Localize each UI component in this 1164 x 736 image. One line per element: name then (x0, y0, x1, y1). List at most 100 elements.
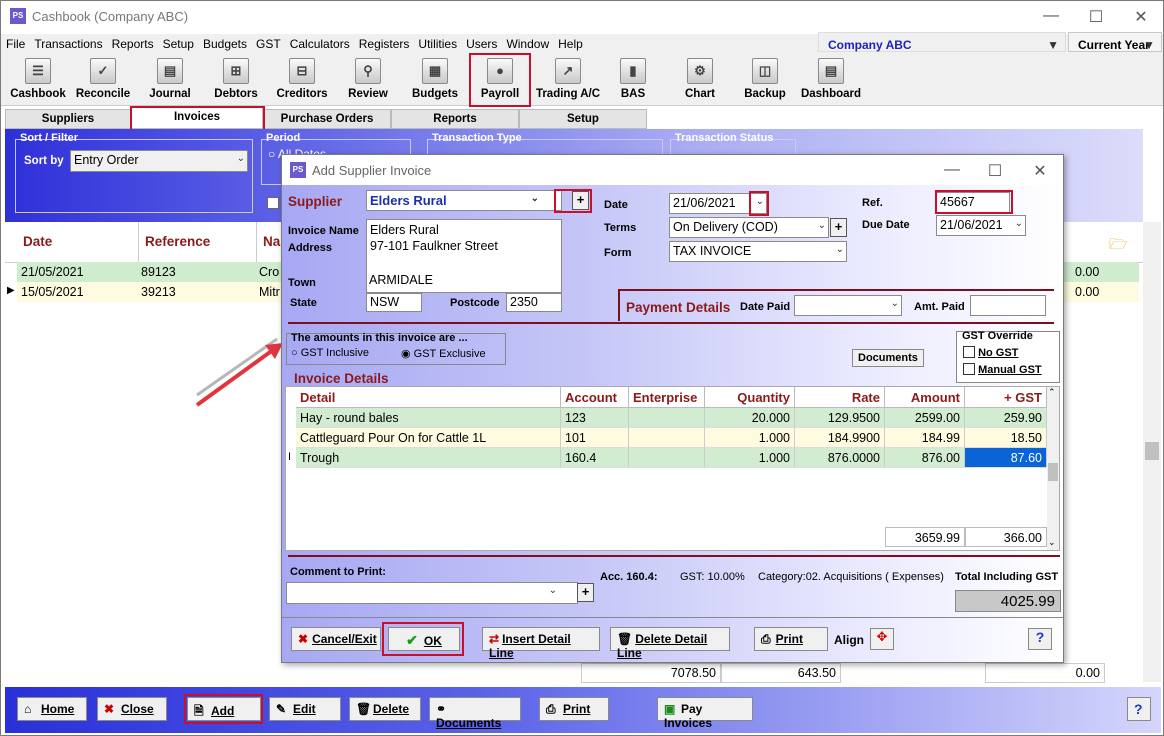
line-rate[interactable]: 876.0000 (795, 448, 885, 468)
line-enterprise[interactable] (629, 428, 705, 448)
scrollbar-thumb[interactable] (1048, 463, 1058, 481)
state-field[interactable]: NSW (366, 293, 422, 312)
line-enterprise[interactable] (629, 408, 705, 428)
close-icon[interactable]: ✕ (1131, 7, 1151, 27)
print-button[interactable]: ⎙ Print (539, 697, 609, 721)
manual-gst-checkbox[interactable]: Manual GST (963, 363, 1042, 376)
documents-button[interactable]: ⚭Documents (429, 697, 521, 730)
sort-by-select[interactable]: Entry Order ⌄ (70, 150, 248, 172)
minimize-icon[interactable]: — (1041, 7, 1061, 25)
line-account[interactable]: 123 (561, 408, 629, 428)
menu-calculators[interactable]: Calculators (285, 34, 354, 51)
creditors-button[interactable]: ⊟ Creditors (271, 56, 333, 104)
comment-select[interactable]: ⌄ (286, 582, 578, 604)
menu-utilities[interactable]: Utilities (413, 34, 461, 51)
bas-button[interactable]: ▮ BAS (611, 56, 655, 104)
col-account[interactable]: Account (561, 387, 629, 408)
col-detail[interactable]: Detail (296, 387, 561, 408)
delete-button[interactable]: 🗑 Delete (349, 697, 421, 721)
gst-exclusive-radio[interactable]: ◉ GST Exclusive (401, 347, 486, 360)
line-quantity[interactable]: 20.000 (705, 408, 795, 428)
minimize-icon[interactable]: — (942, 161, 962, 179)
insert-detail-line-button[interactable]: ⇄ Insert Detail Line (482, 627, 600, 660)
backup-button[interactable]: ◫ Backup (741, 56, 789, 104)
align-icon[interactable]: ✥ (870, 628, 894, 650)
help-button[interactable]: ? (1127, 697, 1151, 721)
col-enterprise[interactable]: Enterprise (629, 387, 705, 408)
journal-button[interactable]: ▤ Journal (141, 56, 199, 104)
town-value[interactable]: ARMIDALE (369, 273, 433, 287)
tab-reports[interactable]: Reports (391, 109, 519, 129)
line-quantity[interactable]: 1.000 (705, 428, 795, 448)
menu-setup[interactable]: Setup (158, 34, 198, 51)
menu-file[interactable]: File (1, 34, 29, 51)
dialog-print-button[interactable]: ⎙ Print (754, 627, 828, 651)
no-gst-checkbox[interactable]: No GST (963, 346, 1018, 359)
col-amount[interactable]: Amount (885, 387, 965, 408)
chart-button[interactable]: ⚙ Chart (677, 56, 723, 104)
cancel-exit-button[interactable]: ✖ Cancel/Exit (291, 627, 381, 651)
menu-reports[interactable]: Reports (107, 34, 158, 51)
col-gst[interactable]: + GST (965, 387, 1047, 408)
delete-detail-line-button[interactable]: 🗑 Delete Detail Line (610, 627, 730, 660)
documents-dialog-button[interactable]: Documents (852, 349, 924, 367)
tab-suppliers[interactable]: Suppliers (5, 109, 131, 129)
menu-window[interactable]: Window (501, 34, 553, 51)
budgets-button[interactable]: ▦ Budgets (405, 56, 465, 104)
line-rate[interactable]: 184.9900 (795, 428, 885, 448)
line-quantity[interactable]: 1.000 (705, 448, 795, 468)
line-gst[interactable]: 259.90 (965, 408, 1047, 428)
date-paid-field[interactable]: ⌄ (794, 295, 902, 316)
add-comment-icon[interactable]: + (577, 583, 594, 602)
menu-users[interactable]: Users (461, 34, 501, 51)
amt-paid-field[interactable] (970, 295, 1046, 316)
menu-gst[interactable]: GST (251, 34, 285, 51)
maximize-icon[interactable]: ☐ (1086, 7, 1106, 27)
line-detail[interactable]: Hay - round bales (296, 408, 561, 428)
form-select[interactable]: TAX INVOICE ⌄ (669, 241, 847, 262)
review-button[interactable]: ⚲ Review (341, 56, 395, 104)
tab-purchase-orders[interactable]: Purchase Orders (263, 109, 391, 129)
menu-transactions[interactable]: Transactions (29, 34, 106, 51)
col-date[interactable]: Date (17, 222, 139, 262)
line-account[interactable]: 160.4 (561, 448, 629, 468)
dashboard-button[interactable]: ▤ Dashboard (799, 56, 863, 104)
line-gst[interactable]: 18.50 (965, 428, 1047, 448)
grid-scrollbar[interactable] (1143, 222, 1161, 682)
menu-registers[interactable]: Registers (354, 34, 414, 51)
folder-icon[interactable]: 🗁 (1109, 234, 1128, 259)
reconcile-button[interactable]: ✓ Reconcile (73, 56, 133, 104)
supplier-select[interactable]: Elders Rural ⌄ (366, 190, 562, 211)
menu-budgets[interactable]: Budgets (198, 34, 251, 51)
menu-help[interactable]: Help (553, 34, 587, 51)
line-amount[interactable]: 2599.00 (885, 408, 965, 428)
pay-invoices-button[interactable]: ▣ Pay Invoices (657, 697, 753, 730)
close-button[interactable]: ✖ Close (97, 697, 167, 721)
close-icon[interactable]: ✕ (1030, 161, 1050, 181)
debtors-button[interactable]: ⊞ Debtors (207, 56, 265, 104)
cashbook-button[interactable]: ☰ Cashbook (7, 56, 69, 104)
edit-button[interactable]: ✎ Edit (269, 697, 341, 721)
line-detail[interactable]: Trough (296, 448, 561, 468)
due-date-field[interactable]: 21/06/2021 ⌄ (936, 215, 1026, 236)
col-rate[interactable]: Rate (795, 387, 885, 408)
help-icon[interactable]: ? (1028, 628, 1052, 650)
period-select[interactable]: Current Year ▼ (1068, 32, 1162, 52)
line-account[interactable]: 101 (561, 428, 629, 448)
line-rate[interactable]: 129.9500 (795, 408, 885, 428)
col-reference[interactable]: Reference (139, 222, 257, 262)
line-amount[interactable]: 184.99 (885, 428, 965, 448)
maximize-icon[interactable]: ☐ (985, 161, 1005, 181)
filter-checkbox[interactable] (267, 197, 279, 209)
line-gst-selected[interactable]: 87.60 (965, 448, 1047, 468)
col-quantity[interactable]: Quantity (705, 387, 795, 408)
terms-select[interactable]: On Delivery (COD) ⌄ (669, 217, 829, 238)
postcode-field[interactable]: 2350 (506, 293, 562, 312)
scroll-up-icon[interactable]: ⌃ (1048, 387, 1056, 398)
tab-setup[interactable]: Setup (519, 109, 647, 129)
scroll-down-icon[interactable]: ⌄ (1048, 537, 1056, 548)
home-button[interactable]: ⌂ Home (17, 697, 87, 721)
trading-button[interactable]: ↗ Trading A/C (533, 56, 603, 104)
company-select[interactable]: Company ABC ▼ (818, 32, 1066, 52)
scrollbar-thumb[interactable] (1145, 442, 1159, 460)
